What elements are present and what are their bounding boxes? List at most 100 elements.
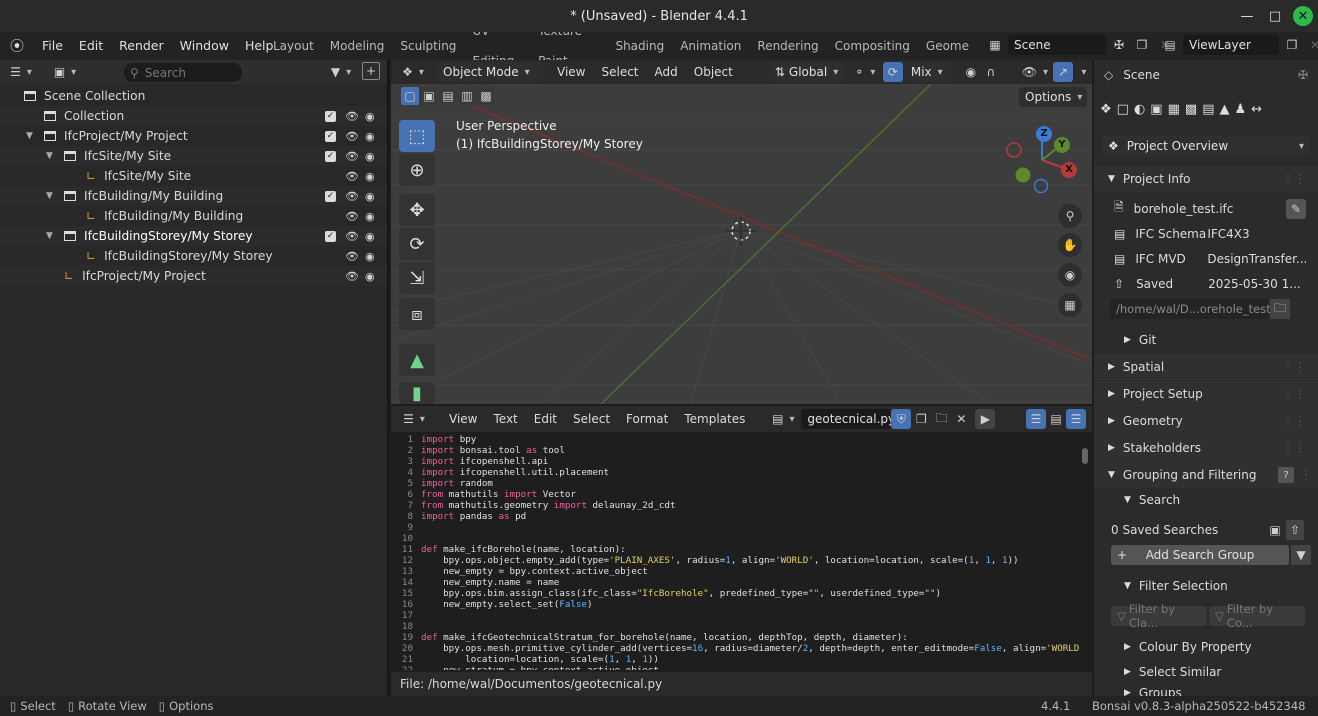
- run-script-icon[interactable]: ▶: [975, 409, 996, 429]
- minimize-icon[interactable]: —: [1237, 6, 1257, 26]
- exclude-checkbox[interactable]: ✓: [325, 150, 336, 162]
- tab-material-icon[interactable]: ◐: [1134, 102, 1145, 117]
- viewport-menu-select[interactable]: Select: [601, 65, 638, 79]
- subsection-git[interactable]: ▶ Git: [1094, 327, 1318, 353]
- scene-icon[interactable]: ▦: [985, 35, 1005, 55]
- tool-rotate-icon[interactable]: ⟳: [399, 228, 435, 260]
- expand-arrow-icon[interactable]: ▼: [46, 151, 60, 161]
- te-menu-format[interactable]: Format: [626, 412, 668, 426]
- gizmo-toggle-icon[interactable]: ↗: [1052, 62, 1073, 82]
- tab-geometry-icon[interactable]: ▣: [1150, 102, 1162, 117]
- gizmo-options-icon[interactable]: [1073, 62, 1089, 82]
- outliner-row-collection[interactable]: Collection ✓ 👁 ◉: [0, 106, 387, 126]
- subsection-groups[interactable]: ▶ Groups: [1094, 684, 1318, 696]
- syntax-highlight-toggle-icon[interactable]: ☰: [1066, 409, 1086, 429]
- proportional-editing-icon[interactable]: ◉: [961, 62, 981, 82]
- tool-select-box-icon[interactable]: ⬚: [399, 120, 435, 152]
- viewport-editor-type-icon[interactable]: ❖: [397, 62, 429, 82]
- exclude-checkbox[interactable]: ✓: [325, 230, 336, 242]
- outliner-row-ifcbuilding-object[interactable]: ∟ IfcBuilding/My Building 👁 ◉: [0, 206, 387, 226]
- viewport-menu-object[interactable]: Object: [694, 65, 733, 79]
- filter-by-class-button[interactable]: ▽ Filter by Cla...: [1111, 602, 1207, 630]
- tool-add-wall-icon[interactable]: ▮: [399, 382, 435, 404]
- browse-folder-icon[interactable]: 🗀: [1270, 299, 1290, 319]
- visibility-eye-icon[interactable]: 👁: [345, 110, 359, 123]
- te-menu-select[interactable]: Select: [573, 412, 610, 426]
- new-scene-icon[interactable]: ❐: [1132, 35, 1152, 55]
- object-mode-dropdown[interactable]: Object Mode: [437, 62, 543, 82]
- tab-shading[interactable]: Shading: [607, 32, 672, 60]
- open-folder-icon[interactable]: 🗀: [931, 409, 951, 429]
- filter-funnel-icon[interactable]: ▼: [1291, 545, 1311, 565]
- pan-hand-icon[interactable]: ✋: [1058, 233, 1082, 257]
- code-area[interactable]: 1 import bpy 2 import bonsai.tool as too…: [391, 434, 1081, 670]
- tool-add-object-icon[interactable]: ▲: [399, 344, 435, 376]
- unlink-text-icon[interactable]: ✕: [951, 409, 971, 429]
- duplicate-text-icon[interactable]: ❐: [911, 409, 931, 429]
- select-invert-icon[interactable]: ▥: [458, 87, 476, 105]
- visibility-eye-icon[interactable]: 👁: [345, 210, 359, 223]
- remove-view-layer-icon[interactable]: ✕: [1305, 35, 1318, 55]
- menu-render[interactable]: Render: [111, 32, 172, 60]
- tab-uv-editing[interactable]: UV Editing: [464, 32, 530, 60]
- blender-logo-icon[interactable]: ⦿: [0, 36, 34, 56]
- tab-sculpting[interactable]: Sculpting: [392, 32, 464, 60]
- tab-rendering[interactable]: Rendering: [749, 32, 826, 60]
- new-view-layer-icon[interactable]: ❐: [1282, 35, 1302, 55]
- menu-window[interactable]: Window: [172, 32, 237, 60]
- drag-handle-icon[interactable]: ⋮⋮: [1282, 387, 1306, 401]
- file-path-field[interactable]: /home/wal/D...orehole_test.ifc: [1110, 299, 1288, 319]
- drag-handle-icon[interactable]: ⋮⋮: [1282, 414, 1306, 428]
- visibility-options-icon[interactable]: 👁: [1021, 62, 1049, 82]
- tab-fm-icon[interactable]: ▲: [1219, 102, 1229, 117]
- outliner-row-ifcbuilding-collection[interactable]: ▼ IfcBuilding/My Building ✓ 👁 ◉: [0, 186, 387, 206]
- pivot-point-icon[interactable]: ⚬: [851, 62, 879, 82]
- render-camera-icon[interactable]: ◉: [365, 150, 375, 163]
- tab-services-icon[interactable]: ▩: [1185, 102, 1197, 117]
- expand-arrow-icon[interactable]: ▼: [26, 131, 40, 141]
- text-filename-field[interactable]: geotecnical.py: [801, 409, 895, 429]
- display-mode-icon[interactable]: ▣: [50, 62, 80, 82]
- exclude-checkbox[interactable]: ✓: [325, 110, 336, 122]
- tab-texture-paint[interactable]: Texture Paint: [530, 32, 607, 60]
- view-layer-icon[interactable]: ▤: [1160, 35, 1180, 55]
- outliner-row-ifcproject-object[interactable]: ∟ IfcProject/My Project 👁 ◉: [0, 266, 387, 286]
- help-icon[interactable]: ?: [1278, 467, 1294, 483]
- visibility-eye-icon[interactable]: 👁: [345, 250, 359, 263]
- tool-transform-icon[interactable]: ⧈: [399, 298, 435, 330]
- project-overview-dropdown[interactable]: ❖ Project Overview ▾: [1094, 133, 1318, 159]
- section-project-info[interactable]: ▼ Project Info ⋮⋮: [1094, 166, 1318, 192]
- render-camera-icon[interactable]: ◉: [365, 210, 375, 223]
- new-collection-icon[interactable]: +: [362, 62, 380, 80]
- viewport-menu-view[interactable]: View: [557, 65, 585, 79]
- gizmo-y-label[interactable]: Y: [1054, 137, 1070, 153]
- tab-quality-icon[interactable]: ▤: [1202, 102, 1214, 117]
- expand-arrow-icon[interactable]: ▼: [46, 191, 60, 201]
- import-searches-icon[interactable]: ⇧: [1286, 520, 1304, 540]
- render-camera-icon[interactable]: ◉: [365, 130, 375, 143]
- zoom-icon[interactable]: ⚲: [1058, 204, 1082, 228]
- drag-handle-icon[interactable]: ⋮⋮: [1282, 172, 1306, 186]
- tab-modeling[interactable]: Modeling: [322, 32, 393, 60]
- tab-geometry-nodes[interactable]: Geome: [918, 32, 977, 60]
- select-new-icon[interactable]: ▢: [401, 87, 419, 105]
- visibility-eye-icon[interactable]: 👁: [345, 150, 359, 163]
- exclude-checkbox[interactable]: ✓: [325, 130, 336, 142]
- visibility-eye-icon[interactable]: 👁: [345, 230, 359, 243]
- tab-animation[interactable]: Animation: [672, 32, 749, 60]
- edit-pencil-icon[interactable]: ✎: [1286, 198, 1306, 219]
- te-menu-templates[interactable]: Templates: [684, 412, 745, 426]
- expand-arrow-icon[interactable]: ▼: [46, 231, 60, 241]
- tab-scheduling-icon[interactable]: ↔: [1251, 102, 1262, 117]
- subsection-filter-selection[interactable]: ▼ Filter Selection: [1094, 573, 1318, 599]
- drag-handle-icon[interactable]: ⋮⋮: [1282, 360, 1306, 374]
- gizmo-z-label[interactable]: Z: [1036, 126, 1052, 142]
- render-camera-icon[interactable]: ◉: [365, 270, 375, 283]
- outliner-row-ifcbuildingstorey-object[interactable]: ∟ IfcBuildingStorey/My Storey 👁 ◉: [0, 246, 387, 266]
- perspective-toggle-icon[interactable]: ▦: [1058, 293, 1082, 317]
- section-grouping-filtering[interactable]: ▼ Grouping and Filtering ? ⋮: [1094, 462, 1318, 488]
- viewport-menu-add[interactable]: Add: [655, 65, 678, 79]
- outliner-row-ifcbuildingstorey-collection[interactable]: ▼ IfcBuildingStorey/My Storey ✓ 👁 ◉: [0, 226, 387, 246]
- filter-icon[interactable]: ▼: [326, 62, 356, 82]
- tab-object-icon[interactable]: □: [1117, 102, 1129, 117]
